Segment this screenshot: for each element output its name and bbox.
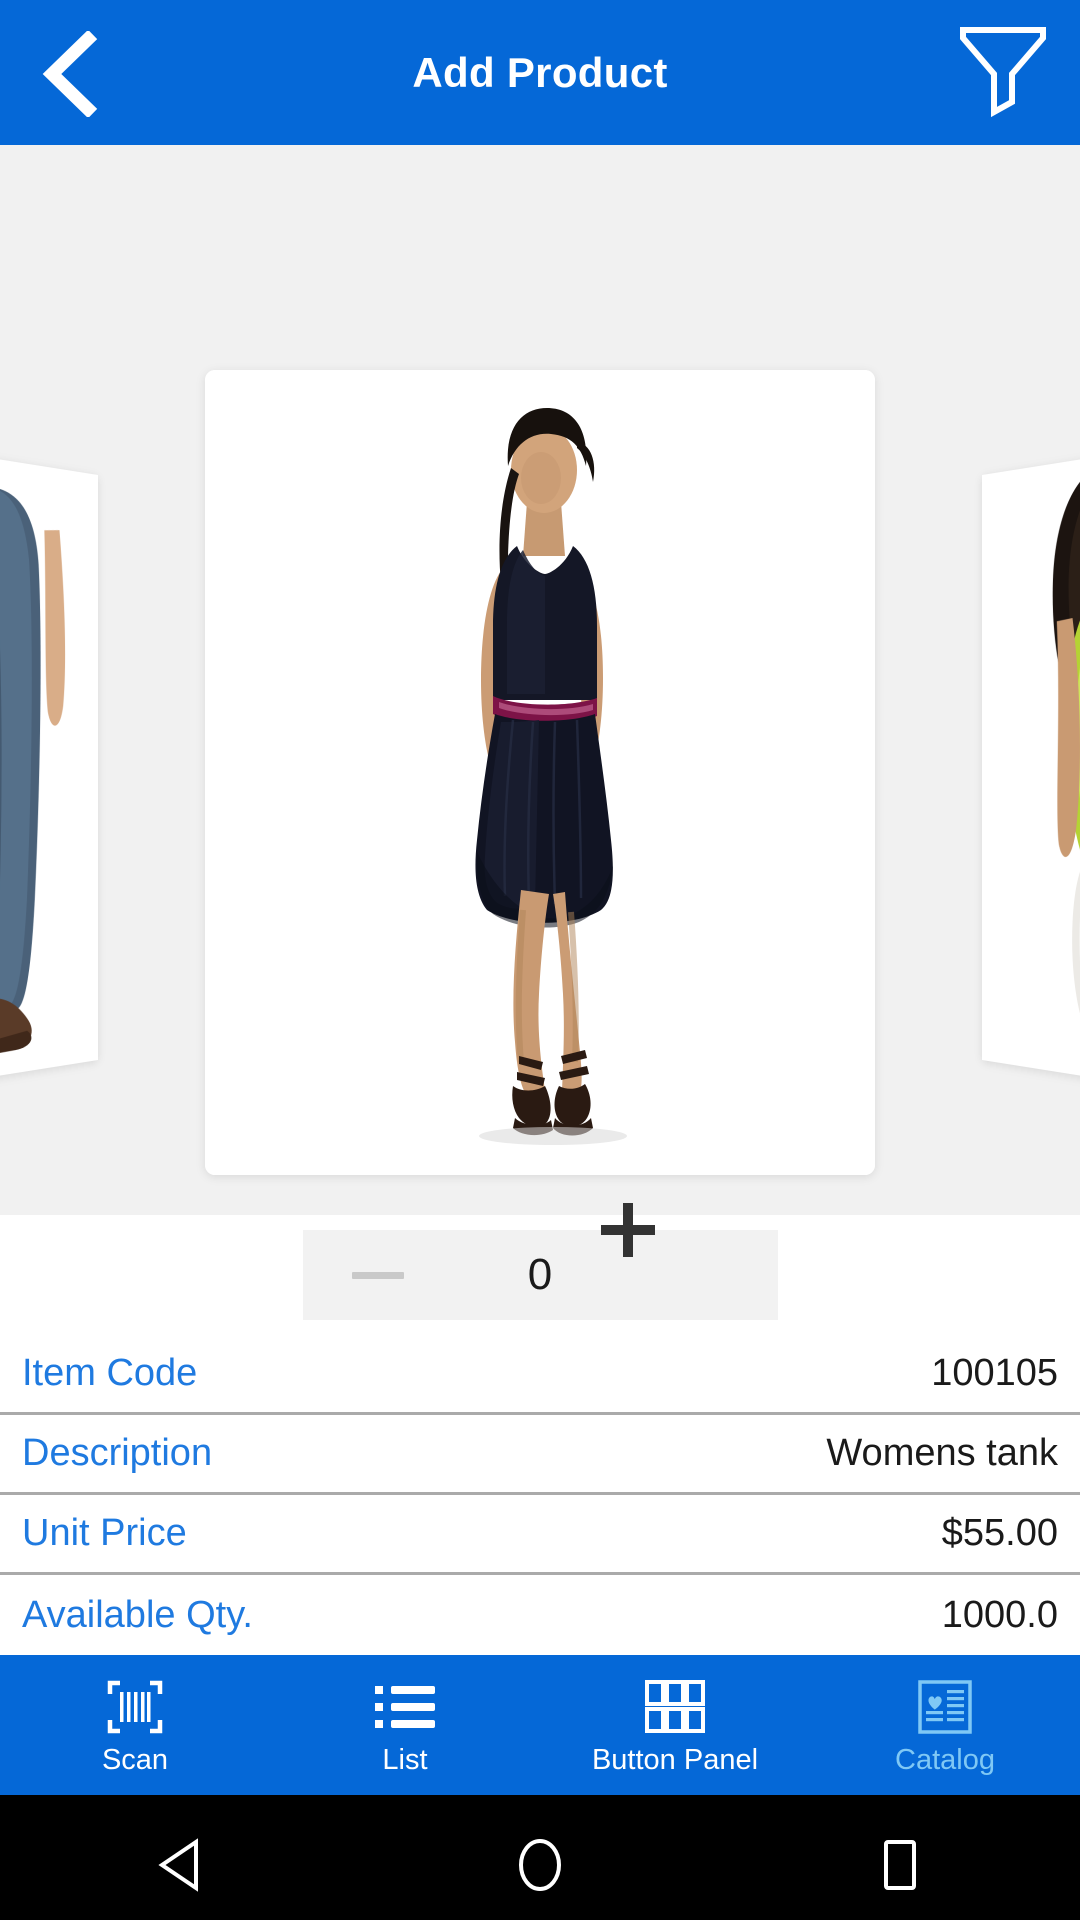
app-screen: Add Product 0 Item Code 100105 Descripti… (0, 0, 1080, 1920)
nav-item-button-panel[interactable]: Button Panel (540, 1655, 810, 1795)
app-header: Add Product (0, 0, 1080, 145)
filter-funnel-icon (957, 22, 1049, 123)
detail-row-unit-price: Unit Price $55.00 (0, 1495, 1080, 1575)
grid-panel-icon (645, 1679, 705, 1735)
quantity-section: 0 (0, 1203, 1080, 1335)
system-recents-button[interactable] (820, 1795, 980, 1920)
carousel-item-next[interactable] (982, 456, 1080, 1079)
minus-icon (351, 1271, 404, 1279)
carousel-item-previous[interactable] (0, 456, 99, 1079)
bottom-navigation: Scan List Button Panel Catalog (0, 1655, 1080, 1795)
nav-item-scan[interactable]: Scan (0, 1655, 270, 1795)
quantity-increment-button[interactable] (600, 1203, 778, 1320)
square-recents-icon (878, 1838, 922, 1897)
barcode-scan-icon (106, 1679, 164, 1735)
triangle-back-icon (156, 1838, 204, 1897)
detail-row-description: Description Womens tank (0, 1415, 1080, 1495)
nav-label: Scan (101, 1744, 169, 1776)
product-image-next (982, 456, 1080, 1079)
detail-value: 100105 (931, 1352, 1058, 1394)
nav-label: Catalog (895, 1744, 995, 1776)
detail-label: Unit Price (22, 1512, 187, 1554)
detail-value: 1000.0 (941, 1593, 1058, 1636)
carousel-item-current[interactable] (205, 370, 875, 1175)
bullet-list-icon (374, 1679, 436, 1735)
nav-item-list[interactable]: List (270, 1655, 540, 1795)
system-home-button[interactable] (460, 1795, 620, 1920)
back-button[interactable] (20, 31, 120, 117)
system-back-button[interactable] (100, 1795, 260, 1920)
product-image-previous (0, 456, 99, 1079)
quantity-stepper[interactable]: 0 (302, 1203, 778, 1320)
quantity-decrement-button[interactable] (303, 1230, 453, 1320)
quantity-value[interactable]: 0 (453, 1250, 628, 1300)
nav-item-catalog[interactable]: Catalog (810, 1655, 1080, 1795)
detail-label: Description (22, 1432, 213, 1474)
product-details-list: Item Code 100105 Description Womens tank… (0, 1335, 1080, 1655)
detail-value: Womens tank (826, 1432, 1058, 1474)
android-system-bar (0, 1795, 1080, 1920)
chevron-left-icon (38, 31, 102, 117)
product-image-current (205, 370, 875, 1175)
detail-label: Available Qty. (22, 1593, 253, 1636)
detail-row-available-qty: Available Qty. 1000.0 (0, 1575, 1080, 1655)
circle-home-icon (514, 1837, 566, 1898)
page-title: Add Product (412, 49, 668, 96)
product-image-carousel[interactable] (0, 145, 1080, 1215)
detail-label: Item Code (22, 1352, 198, 1394)
nav-label: Button Panel (591, 1744, 759, 1776)
detail-value: $55.00 (941, 1512, 1058, 1554)
detail-row-item-code: Item Code 100105 (0, 1335, 1080, 1415)
nav-label: List (382, 1744, 428, 1776)
catalog-heart-icon (917, 1679, 973, 1735)
filter-button[interactable] (948, 18, 1058, 126)
